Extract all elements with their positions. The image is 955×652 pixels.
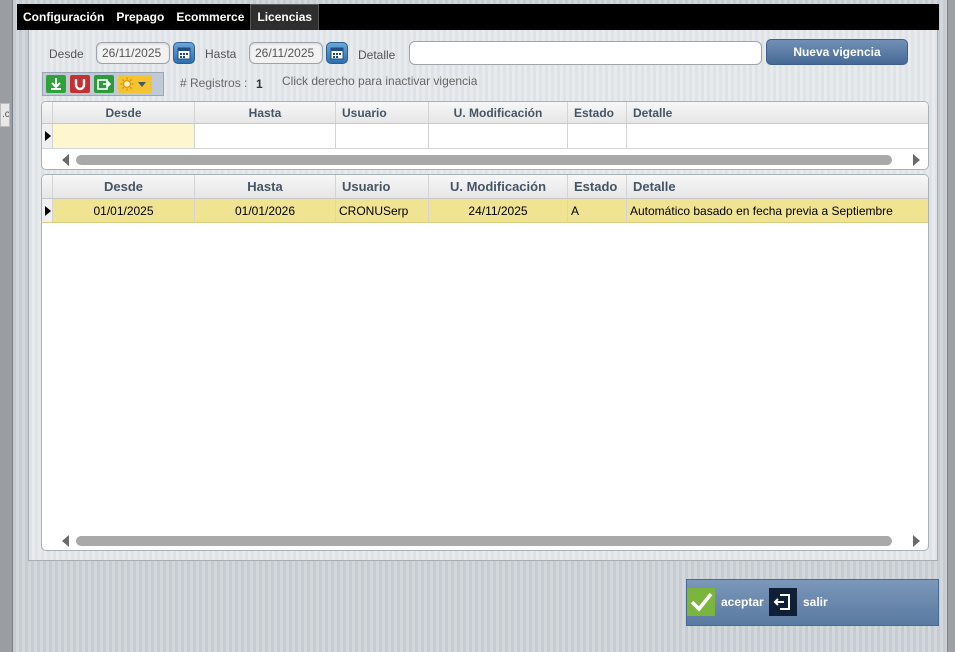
export-button[interactable] (94, 75, 114, 93)
registros-label: # Registros : (180, 76, 248, 90)
cell-estado: A (568, 199, 627, 222)
edit-grid-header: Desde Hasta Usuario U. Modificación Esta… (42, 102, 928, 124)
exit-icon (769, 588, 797, 616)
new-detalle-cell[interactable] (627, 124, 928, 148)
hasta-date-field[interactable]: 26/11/2025 (249, 42, 323, 64)
desde-calendar-button[interactable] (173, 42, 195, 64)
edit-grid-scrollbar[interactable] (42, 150, 928, 169)
col-desde[interactable]: Desde (53, 175, 195, 198)
cell-usuario: CRONUSerp (336, 199, 429, 222)
new-estado-cell[interactable] (568, 124, 627, 148)
hint-text: Click derecho para inactivar vigencia (282, 74, 478, 88)
sun-icon (120, 77, 134, 91)
col-usuario[interactable]: Usuario (336, 175, 429, 198)
col-u-modificacion[interactable]: U. Modificación (429, 102, 568, 123)
menu-prepago[interactable]: Prepago (110, 4, 170, 30)
nueva-vigencia-button[interactable]: Nueva vigencia (766, 39, 908, 65)
col-estado[interactable]: Estado (568, 102, 627, 123)
col-desde[interactable]: Desde (53, 102, 195, 123)
new-hasta-cell[interactable] (195, 124, 336, 148)
col-usuario[interactable]: Usuario (336, 102, 429, 123)
download-icon (51, 78, 61, 90)
col-u-modificacion[interactable]: U. Modificación (429, 175, 568, 198)
grid-toolbar (42, 72, 164, 96)
aceptar-button[interactable]: aceptar (687, 587, 764, 617)
hasta-label: Hasta (205, 47, 237, 61)
footer-action-bar: aceptar salir (686, 579, 939, 626)
scroll-left-icon[interactable] (62, 535, 69, 547)
data-grid-header: Desde Hasta Usuario U. Modificación Esta… (42, 175, 928, 199)
export-icon (97, 79, 111, 90)
inactivate-button[interactable] (70, 75, 90, 93)
detalle-label: Detalle (358, 48, 396, 62)
scroll-thumb[interactable] (76, 536, 892, 546)
calendar-icon (177, 47, 191, 60)
menu-bar: Configuración Prepago Ecommerce Licencia… (17, 4, 939, 30)
scroll-right-icon[interactable] (913, 535, 920, 547)
col-detalle[interactable]: Detalle (627, 175, 928, 198)
background-window-fragment: .c (0, 103, 10, 127)
hasta-calendar-button[interactable] (326, 42, 348, 64)
magnet-icon (74, 79, 86, 91)
registros-count: 1 (256, 77, 263, 91)
new-row (42, 124, 928, 149)
row-indicator (42, 199, 53, 222)
header-corner (42, 102, 53, 123)
cell-desde: 01/01/2025 (53, 199, 195, 222)
scroll-right-icon[interactable] (913, 154, 920, 166)
scroll-thumb[interactable] (76, 155, 892, 165)
background-window-edge: .c (0, 0, 12, 652)
col-detalle[interactable]: Detalle (627, 102, 928, 123)
new-usuario-cell[interactable] (336, 124, 429, 148)
menu-configuracion[interactable]: Configuración (17, 4, 110, 30)
cell-u-modificacion: 24/11/2025 (429, 199, 568, 222)
options-dropdown-button[interactable] (118, 75, 152, 93)
chevron-down-icon (138, 81, 146, 87)
data-grid: Desde Hasta Usuario U. Modificación Esta… (41, 174, 929, 551)
calendar-icon (330, 47, 344, 60)
new-desde-cell[interactable] (53, 124, 195, 148)
header-corner (42, 175, 53, 198)
cell-detalle: Automático basado en fecha previa a Sept… (630, 203, 893, 218)
table-row[interactable]: 01/01/2025 01/01/2026 CRONUSerp 24/11/20… (42, 199, 928, 223)
download-button[interactable] (46, 75, 66, 93)
detalle-input[interactable] (409, 41, 762, 65)
desde-label: Desde (49, 47, 84, 61)
col-hasta[interactable]: Hasta (195, 175, 336, 198)
salir-label: salir (803, 595, 828, 609)
edit-grid: Desde Hasta Usuario U. Modificación Esta… (41, 101, 929, 170)
desde-date-field[interactable]: 26/11/2025 (96, 42, 170, 64)
menu-ecommerce[interactable]: Ecommerce (170, 4, 250, 30)
col-estado[interactable]: Estado (568, 175, 627, 198)
aceptar-label: aceptar (721, 595, 764, 609)
window-right-edge (948, 0, 955, 652)
scroll-left-icon[interactable] (62, 154, 69, 166)
check-icon (687, 588, 715, 616)
row-indicator (42, 124, 53, 148)
cell-hasta: 01/01/2026 (195, 199, 336, 222)
salir-button[interactable]: salir (769, 587, 828, 617)
row-pointer-icon (45, 131, 51, 141)
new-umodif-cell[interactable] (429, 124, 568, 148)
col-hasta[interactable]: Hasta (195, 102, 336, 123)
data-grid-scrollbar[interactable] (42, 531, 928, 550)
row-pointer-icon (45, 206, 51, 216)
menu-licencias[interactable]: Licencias (250, 4, 320, 30)
